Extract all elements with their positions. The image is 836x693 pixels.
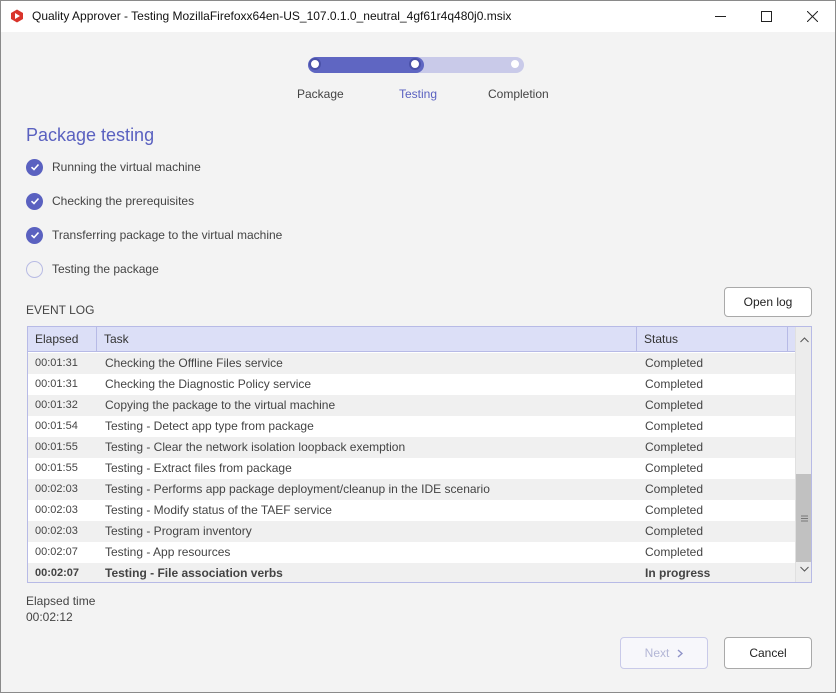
checklist-label: Transferring package to the virtual mach… [52, 228, 283, 242]
step-label-completion: Completion [488, 87, 549, 101]
close-button[interactable] [789, 1, 835, 32]
app-window: Quality Approver - Testing MozillaFirefo… [0, 0, 836, 693]
cancel-button[interactable]: Cancel [724, 637, 812, 669]
checklist-item: Testing the package [26, 260, 159, 278]
checklist-item: Running the virtual machine [26, 158, 201, 176]
step-dot-testing [409, 58, 421, 70]
step-dot-package [309, 58, 321, 70]
cell-task: Copying the package to the virtual machi… [105, 398, 336, 412]
cell-elapsed: 00:01:32 [35, 399, 78, 411]
cell-elapsed: 00:02:03 [35, 504, 78, 516]
cell-status: Completed [645, 356, 704, 370]
table-row[interactable]: 00:02:07 Testing - File association verbs… [28, 563, 795, 582]
cell-status: In progress [645, 566, 711, 580]
cell-task: Testing - Clear the network isolation lo… [105, 440, 406, 454]
cell-status: Completed [645, 419, 704, 433]
elapsed-time-label: Elapsed time [26, 594, 96, 608]
cell-task: Testing - Program inventory [105, 524, 252, 538]
cell-status: Completed [645, 398, 704, 412]
elapsed-time-value: 00:02:12 [26, 610, 73, 624]
table-row[interactable]: 00:02:07 Testing - App resources Completed [28, 542, 795, 563]
cell-task: Testing - Modify status of the TAEF serv… [105, 503, 332, 517]
table-body: 00:01:31 Checking the Offline Files servi… [28, 353, 795, 582]
progress-stepper-fill [308, 57, 424, 73]
cell-status: Completed [645, 461, 704, 475]
window-title: Quality Approver - Testing MozillaFirefo… [32, 9, 512, 23]
title-bar: Quality Approver - Testing MozillaFirefo… [1, 1, 835, 32]
page-title: Package testing [26, 125, 155, 145]
cell-elapsed: 00:02:03 [35, 525, 78, 537]
table-row[interactable]: 00:01:31 Checking the Diagnostic Policy s… [28, 374, 795, 395]
step-label-package: Package [297, 87, 344, 101]
cell-task: Testing - Extract files from package [105, 461, 292, 475]
cell-elapsed: 00:02:07 [35, 567, 80, 579]
table-row[interactable]: 00:01:55 Testing - Clear the network isol… [28, 437, 795, 458]
column-header-task[interactable]: Task [97, 327, 637, 351]
checklist-label: Running the virtual machine [52, 160, 201, 174]
close-icon [806, 11, 818, 22]
cell-status: Completed [645, 524, 704, 538]
cell-task: Testing - Performs app package deploymen… [105, 482, 490, 496]
table-row[interactable]: 00:02:03 Testing - Modify status of the T… [28, 500, 795, 521]
cell-elapsed: 00:02:03 [35, 483, 78, 495]
chevron-right-icon [677, 648, 684, 658]
table-header: Elapsed Task Status [28, 327, 795, 352]
cell-task: Checking the Offline Files service [105, 356, 283, 370]
cell-task: Checking the Diagnostic Policy service [105, 377, 312, 391]
cell-status: Completed [645, 377, 704, 391]
event-log-heading: EVENT LOG [26, 303, 95, 317]
checklist-item: Checking the prerequisites [26, 192, 194, 210]
cell-status: Completed [645, 440, 704, 454]
next-button[interactable]: Next [620, 637, 708, 669]
app-logo-icon [11, 9, 23, 23]
checklist-label: Checking the prerequisites [52, 194, 195, 208]
table-row[interactable]: 00:01:32 Copying the package to the virtu… [28, 395, 795, 416]
table-row[interactable]: 00:02:03 Testing - Program inventory Compl… [28, 521, 795, 542]
pending-circle-icon [26, 260, 43, 278]
table-row[interactable]: 00:01:54 Testing - Detect app type from p… [28, 416, 795, 437]
cell-status: Completed [645, 545, 704, 559]
cell-status: Completed [645, 482, 704, 496]
cell-status: Completed [645, 503, 704, 517]
checkmark-icon [26, 158, 43, 176]
cell-elapsed: 00:01:31 [35, 357, 78, 369]
table-row[interactable]: 00:01:55 Testing - Extract files from pac… [28, 458, 795, 479]
next-button-label: Next [644, 646, 670, 660]
step-label-testing: Testing [399, 87, 438, 101]
cell-elapsed: 00:01:31 [35, 378, 78, 390]
column-header-elapsed[interactable]: Elapsed [28, 327, 97, 351]
cell-elapsed: 00:02:07 [35, 546, 78, 558]
cell-elapsed: 00:01:55 [35, 462, 78, 474]
step-dot-completion [509, 58, 521, 70]
vertical-scrollbar[interactable] [795, 327, 811, 582]
cell-task: Testing - File association verbs [105, 566, 283, 580]
cell-task: Testing - Detect app type from package [105, 419, 314, 433]
scroll-down-icon[interactable] [796, 561, 811, 577]
checkmark-icon [26, 192, 43, 210]
table-row[interactable]: 00:02:03 Testing - Performs app package d… [28, 479, 795, 500]
cell-elapsed: 00:01:55 [35, 441, 78, 453]
maximize-button[interactable] [743, 1, 789, 32]
event-log-table[interactable]: Elapsed Task Status 00:01:31 Checking the… [27, 326, 812, 583]
checkmark-icon [26, 226, 43, 244]
maximize-icon [760, 11, 772, 22]
table-row[interactable]: 00:01:31 Checking the Offline Files servi… [28, 353, 795, 374]
checklist-item: Transferring package to the virtual mach… [26, 226, 282, 244]
open-log-button[interactable]: Open log [724, 287, 812, 317]
cell-task: Testing - App resources [105, 545, 231, 559]
minimize-button[interactable] [697, 1, 743, 32]
checklist-label: Testing the package [52, 262, 159, 276]
column-header-status[interactable]: Status [637, 327, 788, 351]
cell-elapsed: 00:01:54 [35, 420, 78, 432]
scroll-up-icon[interactable] [796, 332, 811, 348]
minimize-icon [714, 16, 726, 17]
grip-icon [800, 515, 808, 521]
scrollbar-thumb[interactable] [796, 474, 811, 562]
